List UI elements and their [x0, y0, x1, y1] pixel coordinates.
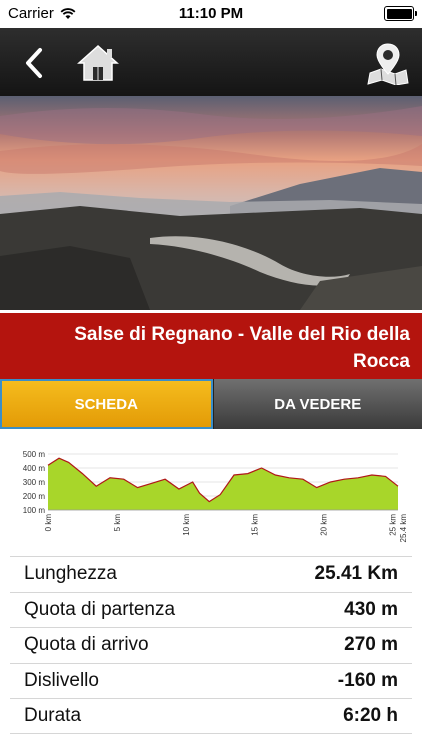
status-bar: Carrier 11:10 PM	[0, 0, 422, 28]
stat-row-start-altitude: Quota di partenza 430 m	[10, 591, 412, 628]
chart-x-tick-label: 5 km	[113, 514, 122, 532]
elevation-chart: 500 m 400 m 300 m 200 m 100 m0 km 5 km 10 km 15…	[18, 448, 408, 550]
stat-row-end-altitude: Quota di arrivo 270 m	[10, 627, 412, 663]
map-button[interactable]	[364, 40, 412, 86]
chart-x-tick-label: 20 km	[320, 514, 329, 536]
stat-value: 25.41 Km	[314, 563, 398, 585]
chevron-left-icon	[26, 48, 42, 78]
landscape-image	[0, 106, 422, 310]
elevation-chart-svg: 500 m 400 m 300 m 200 m 100 m0 km 5 km 10 km 15…	[23, 450, 408, 543]
stat-value: 430 m	[344, 598, 398, 620]
stat-row-length: Lunghezza 25.41 Km	[10, 556, 412, 592]
stat-label: Durata	[24, 704, 82, 726]
chart-y-tick-label: 200 m	[23, 492, 46, 501]
stat-row-duration: Durata 6:20 h	[10, 698, 412, 734]
chart-x-tick-label: 25.4 km	[399, 514, 406, 543]
nav-bar	[0, 28, 422, 96]
status-time: 11:10 PM	[178, 5, 244, 22]
chart-y-tick-label: 300 m	[23, 478, 46, 487]
stat-value: 6:20 h	[343, 704, 398, 726]
tab-bar: SCHEDA DA VEDERE	[0, 379, 422, 429]
stat-value: -160 m	[337, 669, 398, 691]
battery-fill	[386, 8, 412, 19]
chart-x-tick-label: 25 km	[388, 514, 397, 536]
page-title: Salse di Regnano - Valle del Rio della R…	[0, 313, 422, 379]
stat-row-elevation-diff: Dislivello -160 m	[10, 662, 412, 699]
map-pin-icon	[367, 43, 409, 85]
chart-y-tick-label: 100 m	[23, 506, 46, 515]
stat-label: Dislivello	[24, 669, 99, 691]
stats-table: Lunghezza 25.41 Km Quota di partenza 430…	[0, 556, 422, 734]
tab-scheda[interactable]: SCHEDA	[0, 379, 213, 429]
stat-label: Quota di partenza	[24, 598, 176, 620]
hero-photo	[0, 96, 422, 310]
chart-y-tick-label: 400 m	[23, 464, 46, 473]
chart-x-tick-label: 10 km	[182, 514, 191, 536]
stat-value: 270 m	[344, 634, 398, 656]
chart-x-tick-label: 15 km	[251, 514, 260, 536]
chart-x-tick-label: 0 km	[44, 514, 53, 532]
back-button[interactable]	[10, 40, 58, 86]
home-button[interactable]	[74, 40, 122, 86]
tab-da-vedere[interactable]: DA VEDERE	[212, 379, 422, 429]
stat-label: Quota di arrivo	[24, 634, 149, 656]
home-icon	[77, 44, 119, 81]
stat-label: Lunghezza	[24, 563, 117, 585]
battery-icon	[384, 6, 417, 21]
chart-y-tick-label: 500 m	[23, 450, 46, 459]
